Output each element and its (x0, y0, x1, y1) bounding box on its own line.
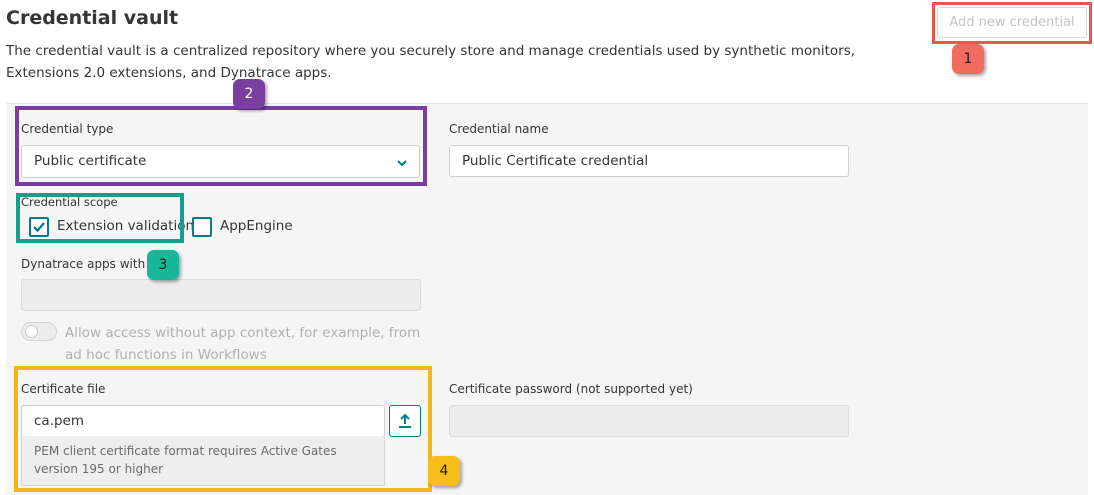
app-context-toggle[interactable] (21, 322, 57, 341)
page-title: Credential vault (6, 7, 179, 29)
toggle-knob (25, 325, 38, 338)
annotation-box-3 (16, 193, 184, 243)
apps-access-label: Dynatrace apps with ac (21, 257, 163, 271)
credential-name-input[interactable]: Public Certificate credential (449, 145, 849, 177)
credential-name-value: Public Certificate credential (462, 153, 649, 169)
certificate-password-input[interactable] (449, 405, 849, 437)
apps-access-input[interactable] (21, 279, 421, 311)
annotation-box-1 (932, 2, 1092, 44)
annotation-badge-2: 2 (233, 79, 265, 109)
credential-name-label: Credential name (449, 122, 549, 136)
app-context-toggle-label: Allow access without app context, for ex… (65, 325, 421, 363)
annotation-badge-4: 4 (428, 456, 460, 486)
annotation-badge-3: 3 (147, 250, 179, 280)
appengine-checkbox[interactable] (192, 217, 212, 237)
annotation-box-2 (15, 106, 427, 186)
appengine-label: AppEngine (220, 218, 293, 234)
annotation-badge-1: 1 (952, 44, 984, 74)
certificate-password-label: Certificate password (not supported yet) (449, 382, 693, 396)
page-description: The credential vault is a centralized re… (6, 43, 856, 81)
annotation-box-4 (14, 366, 432, 492)
